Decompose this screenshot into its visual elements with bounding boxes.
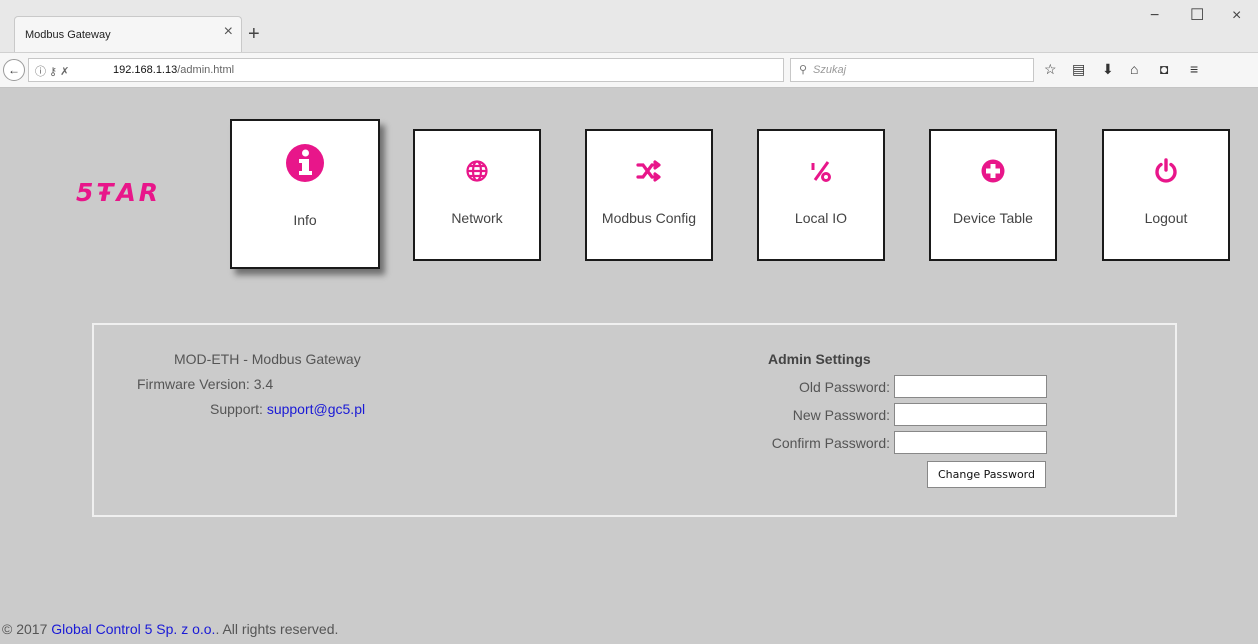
confirm-password-label: Confirm Password: [771,435,890,451]
close-window-icon[interactable]: × [1232,8,1241,24]
nav-label-logout: Logout [1144,210,1188,226]
new-password-field[interactable] [894,403,1047,426]
admin-settings-title: Admin Settings [768,351,871,367]
search-input[interactable]: Szukaj [813,64,846,76]
device-name: MOD-ETH - Modbus Gateway [174,351,361,367]
support-row: Support: support@gc5.pl [210,401,365,417]
menu-icon[interactable]: ≡ [1190,61,1198,77]
nav-label-device-table: Device Table [953,210,1033,226]
confirm-password-field[interactable] [894,431,1047,454]
url-host: 192.168.1.13 [113,64,178,76]
site-info-icon[interactable]: ⓘ ⚷ ✗ [35,63,69,79]
tab-title: Modbus Gateway [25,29,111,41]
info-icon [232,144,378,182]
firmware-label: Firmware Version: [137,376,250,392]
firmware-version: Firmware Version: 3.4 [137,376,273,392]
nav-label-modbus-config: Modbus Config [601,210,697,226]
nav-tile-local-io[interactable]: Local IO [757,129,885,261]
tab-close-icon[interactable]: × [224,24,233,40]
new-tab-icon[interactable]: + [248,24,260,44]
nav-label-network: Network [451,210,503,226]
old-password-label: Old Password: [798,379,890,395]
footer: © 2017 Global Control 5 Sp. z o.o.. All … [2,621,338,637]
firmware-value: 3.4 [253,376,274,392]
change-password-button[interactable]: Change Password [927,461,1046,488]
browser-navbar: ← ⓘ ⚷ ✗ 192.168.1.13/admin.html ↻ ⚲ Szuk… [0,52,1258,88]
download-icon[interactable]: ⬇ [1102,61,1114,77]
nav-label-local-io: Local IO [794,210,848,226]
percent-icon [759,155,883,187]
bookmark-star-icon[interactable]: ☆ [1044,61,1057,77]
url-path: /admin.html [177,64,235,76]
clipboard-icon[interactable]: ▤ [1072,61,1085,77]
new-password-label: New Password: [792,407,890,423]
maximize-icon[interactable]: ☐ [1190,8,1204,24]
search-icon: ⚲ [799,64,808,76]
nav-tile-network[interactable]: Network [413,129,541,261]
plus-circle-icon [931,155,1055,187]
shuffle-icon [587,155,711,187]
url-text: 192.168.1.13/admin.html [113,64,234,76]
nav-tile-logout[interactable]: Logout [1102,129,1230,261]
star-logo: 5ŦAR [76,178,162,207]
footer-suffix: . All rights reserved. [215,621,339,637]
home-icon[interactable]: ⌂ [1130,61,1138,77]
globe-icon [415,155,539,187]
support-label: Support: [210,401,263,417]
minimize-icon[interactable]: − [1150,8,1159,24]
search-bar[interactable]: ⚲ Szukaj [790,58,1034,82]
company-link[interactable]: Global Control 5 Sp. z o.o. [51,621,215,637]
nav-tile-info[interactable]: Info [230,119,380,269]
url-bar[interactable]: ⓘ ⚷ ✗ 192.168.1.13/admin.html ↻ [28,58,803,83]
nav-label-info: Info [293,212,317,228]
browser-tab[interactable]: Modbus Gateway × [14,16,242,52]
old-password-field[interactable] [894,375,1047,398]
nav-tile-device-table[interactable]: Device Table [929,129,1057,261]
support-email-link[interactable]: support@gc5.pl [267,401,365,417]
back-arrow-icon[interactable]: ← [3,59,25,81]
power-icon [1104,155,1228,187]
footer-prefix: © 2017 [2,621,52,637]
pocket-icon[interactable]: ◘ [1160,61,1168,77]
browser-titlebar: Modbus Gateway × + − ☐ × [0,0,1258,52]
nav-tile-modbus-config[interactable]: Modbus Config [585,129,713,261]
